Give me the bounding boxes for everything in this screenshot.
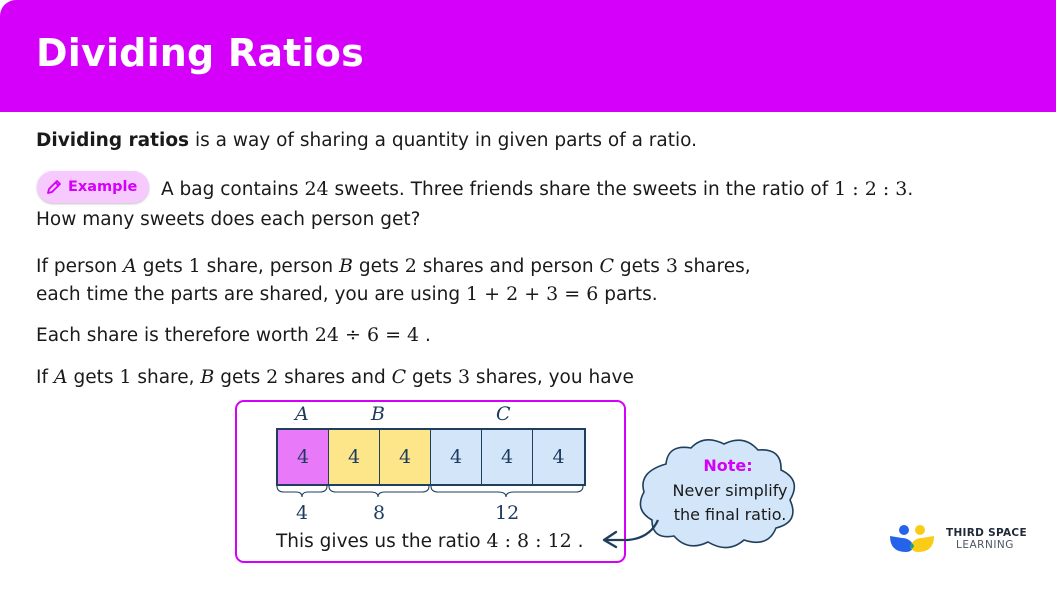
text-span: each time the parts are shared, you are … bbox=[36, 284, 466, 305]
definition-term: Dividing ratios bbox=[36, 130, 190, 151]
note-line-2: the final ratio. bbox=[673, 505, 787, 524]
text-span: . bbox=[907, 179, 914, 200]
header-banner: Dividing Ratios bbox=[0, 0, 1056, 112]
text-span: shares, bbox=[677, 256, 751, 277]
brace-a bbox=[276, 485, 328, 498]
note-line-1: Never simplify bbox=[672, 481, 788, 500]
math-expression: 1 + 2 + 3 = 6 bbox=[465, 283, 599, 305]
text-span: share, bbox=[131, 367, 201, 388]
note-title: Note: bbox=[703, 456, 753, 475]
logo-line-2: LEARNING bbox=[956, 539, 1014, 551]
math-number: 1 bbox=[188, 255, 201, 277]
third-space-learning-logo: THIRD SPACE LEARNING bbox=[888, 524, 1027, 554]
result-ratio: 4 : 8 : 12 bbox=[486, 530, 572, 552]
text-span: gets bbox=[214, 367, 267, 388]
definition-text: Dividing ratios is a way of sharing a qu… bbox=[36, 130, 697, 151]
bar-cell: 4 bbox=[329, 430, 380, 484]
text-span: This gives us the ratio bbox=[276, 531, 487, 552]
explanation-line-1: If person A gets 1 share, person B gets … bbox=[36, 255, 751, 277]
text-span: shares and person bbox=[416, 256, 600, 277]
page-title: Dividing Ratios bbox=[36, 31, 364, 75]
text-span: shares and bbox=[278, 367, 392, 388]
shares-line: If A gets 1 share, B gets 2 shares and C… bbox=[36, 366, 634, 388]
text-span: gets bbox=[406, 367, 458, 388]
math-var: B bbox=[338, 255, 353, 277]
label-a: A bbox=[295, 403, 309, 425]
definition-rest: is a way of sharing a quantity in given … bbox=[189, 130, 698, 151]
text-span: gets bbox=[67, 367, 120, 388]
text-span: gets bbox=[352, 256, 405, 277]
text-span: . bbox=[419, 325, 431, 346]
math-number: 1 bbox=[119, 366, 132, 388]
text-span: gets bbox=[614, 256, 666, 277]
math-expression: 24 ÷ 6 = 4 bbox=[314, 324, 420, 346]
math-ratio: 1 : 2 : 3 bbox=[834, 178, 908, 200]
result-line: This gives us the ratio 4 : 8 : 12 . bbox=[276, 530, 584, 552]
brace-c bbox=[430, 485, 584, 498]
math-var: A bbox=[123, 255, 137, 277]
math-number: 2 bbox=[404, 255, 417, 277]
bar-model: 4 4 4 4 4 4 bbox=[276, 428, 586, 486]
bar-cell: 4 bbox=[482, 430, 533, 484]
text-span: gets bbox=[136, 256, 189, 277]
example-line-1: A bag contains 24 sweets. Three friends … bbox=[161, 178, 913, 200]
total-b: 8 bbox=[373, 502, 386, 524]
text-span: Each share is therefore worth bbox=[36, 325, 315, 346]
text-span: shares, you have bbox=[470, 367, 634, 388]
logo-icon bbox=[890, 525, 934, 552]
example-line-2: How many sweets does each person get? bbox=[36, 209, 421, 230]
text-span: A bag contains bbox=[161, 179, 305, 200]
arrow-line bbox=[606, 519, 660, 542]
total-a: 4 bbox=[296, 502, 309, 524]
text-span: . bbox=[571, 531, 584, 552]
text-span: If bbox=[36, 367, 54, 388]
example-badge-label: Example bbox=[68, 179, 138, 195]
math-number: 2 bbox=[266, 366, 279, 388]
math-number: 3 bbox=[665, 255, 678, 277]
text-span: sweets. Three friends share the sweets i… bbox=[328, 179, 835, 200]
bar-cell: 4 bbox=[431, 430, 482, 484]
math-number: 3 bbox=[457, 366, 471, 388]
label-c: C bbox=[496, 403, 511, 425]
math-number: 24 bbox=[304, 178, 329, 200]
bar-cell: 4 bbox=[380, 430, 431, 484]
bar-cell: 4 bbox=[278, 430, 329, 484]
text-span: If person bbox=[36, 256, 124, 277]
label-b: B bbox=[371, 403, 385, 425]
brace-b bbox=[328, 485, 430, 498]
pencil-icon bbox=[47, 180, 61, 194]
math-var: B bbox=[200, 366, 215, 388]
text-span: parts. bbox=[598, 284, 658, 305]
math-var: C bbox=[391, 366, 407, 388]
bar-cell: 4 bbox=[533, 430, 584, 484]
math-var: A bbox=[53, 366, 68, 388]
explanation-line-2: each time the parts are shared, you are … bbox=[36, 283, 658, 305]
share-worth-line: Each share is therefore worth 24 ÷ 6 = 4… bbox=[36, 324, 431, 346]
total-c: 12 bbox=[495, 502, 520, 524]
logo-line-1: THIRD SPACE bbox=[946, 527, 1027, 539]
example-badge: Example bbox=[37, 171, 149, 203]
math-var: C bbox=[599, 255, 615, 277]
text-span: share, person bbox=[200, 256, 339, 277]
braces bbox=[276, 485, 584, 498]
